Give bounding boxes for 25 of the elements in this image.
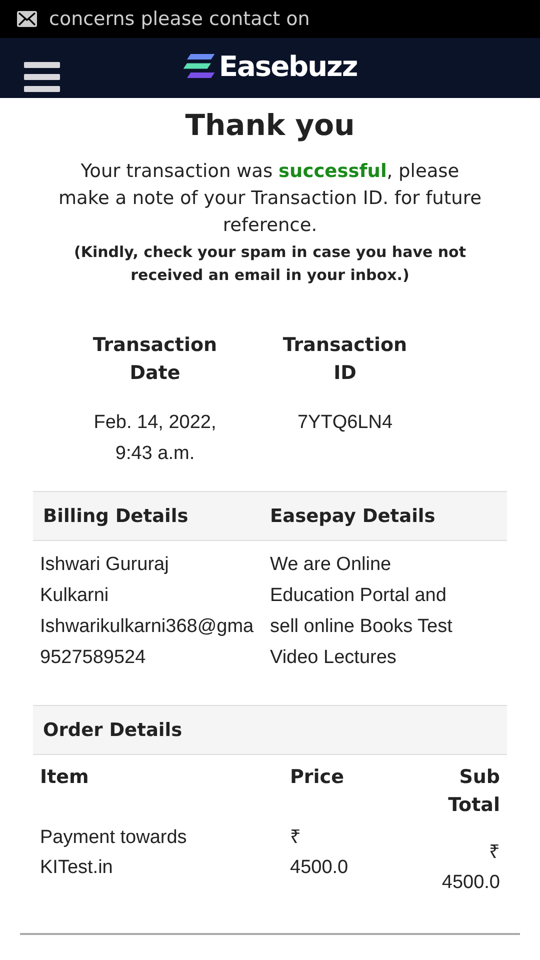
item-cell-text: Payment towards KITest.in (40, 826, 188, 880)
logo-text: Easebuzz (218, 50, 358, 82)
transaction-label: Transaction ID (282, 333, 408, 386)
column-heading: Price (290, 765, 345, 790)
billing-line: Ishwarikulkarni368@gma (40, 615, 255, 639)
transaction-value: Feb. 14, 2022, 9:43 a.m. (92, 411, 218, 466)
order-heading: Order Details (42, 720, 184, 740)
price-cell-text: ₹ 4500.0 (290, 826, 350, 880)
success-message: Your transaction was successful, please make a note of your Transaction ID. for future reference. (58, 160, 482, 238)
page-title: Thank you (184, 108, 356, 142)
menu-icon[interactable] (24, 62, 60, 92)
spam-note: (Kindly, check your spam in case you have not received an email in your inbox.) (72, 242, 468, 286)
subtotal-cell-text: ₹ 4500.0 (440, 841, 500, 895)
transaction-label: Transaction Date (92, 333, 218, 386)
easepay-text: We are Online Education Portal and sell online Books Test Video Lectures (270, 553, 454, 670)
billing-line: Ishwari Gururaj Kulkarni (40, 553, 170, 608)
billing-line: 9527589524 (40, 646, 147, 670)
notification-text: concerns please contact on (49, 8, 310, 30)
billing-heading: Billing Details (42, 506, 190, 526)
transaction-value: 7YTQ6LN4 (296, 411, 394, 435)
easepay-heading: Easepay Details (270, 506, 436, 526)
column-heading: Item (40, 765, 90, 790)
column-heading: Sub Total (447, 765, 500, 818)
mail-icon (17, 11, 37, 27)
logo-icon (182, 54, 215, 78)
